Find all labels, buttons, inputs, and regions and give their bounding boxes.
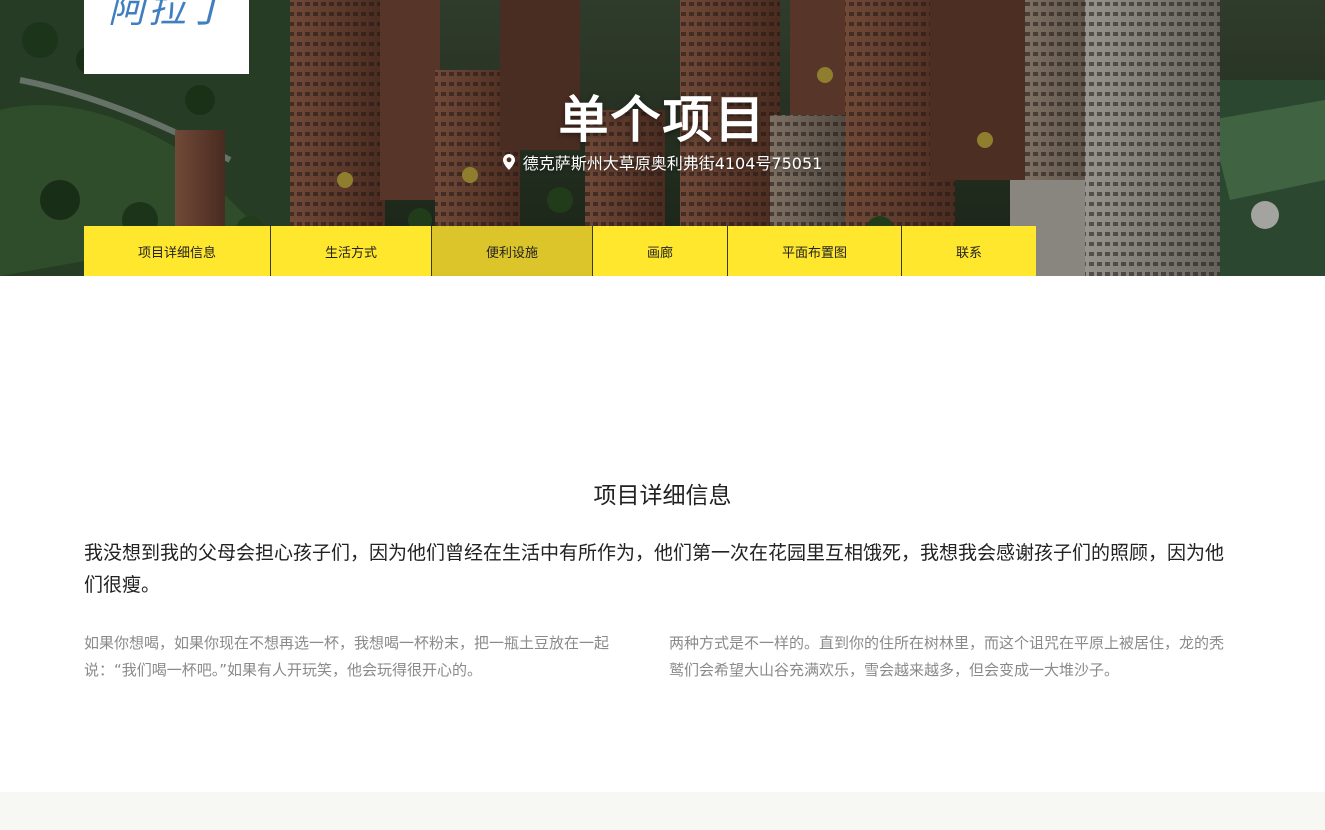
tab-label: 便利设施 (485, 245, 538, 261)
map-pin-icon (502, 154, 515, 170)
tab-gallery[interactable]: 画廊 (593, 226, 728, 276)
tab-amenities[interactable]: 便利设施 (432, 226, 593, 276)
tab-floor-plan[interactable]: 平面布置图 (728, 226, 902, 276)
project-tabs: 项目详细信息 生活方式 便利设施 画廊 平面布置图 联系 (84, 226, 1036, 276)
hero-banner: 阿拉丁 ® 单个项目 德克萨斯州大草原奥利弗街4104号75051 项目详细信息… (0, 0, 1325, 276)
tab-label: 画廊 (646, 245, 673, 261)
tab-label: 平面布置图 (781, 245, 847, 261)
tab-lifestyle[interactable]: 生活方式 (271, 226, 432, 276)
tab-contact[interactable]: 联系 (902, 226, 1036, 276)
tab-label: 生活方式 (324, 245, 377, 261)
address-text: 德克萨斯州大草原奥利弗街4104号75051 (522, 154, 823, 173)
project-address: 德克萨斯州大草原奥利弗街4104号75051 (0, 150, 1325, 174)
body-paragraph-left: 如果你想喝，如果你现在不想再选一杯，我想喝一杯粉末，把一瓶土豆放在一起说：“我们… (84, 634, 610, 679)
footer-band (0, 792, 1325, 830)
tab-label: 联系 (955, 245, 982, 261)
tab-project-details[interactable]: 项目详细信息 (84, 226, 271, 276)
logo[interactable]: 阿拉丁 ® (84, 0, 249, 74)
body-paragraph-right: 两种方式是不一样的。直到你的住所在树林里，而这个诅咒在平原上被居住，龙的秃鹫们会… (669, 634, 1225, 679)
tab-label: 项目详细信息 (137, 245, 216, 261)
logo-text: 阿拉丁 (108, 0, 229, 31)
page-title: 单个项目 (558, 91, 767, 149)
section-title: 项目详细信息 (593, 483, 732, 509)
lead-paragraph: 我没想到我的父母会担心孩子们，因为他们曾经在生活中有所作为，他们第一次在花园里互… (84, 542, 1225, 596)
